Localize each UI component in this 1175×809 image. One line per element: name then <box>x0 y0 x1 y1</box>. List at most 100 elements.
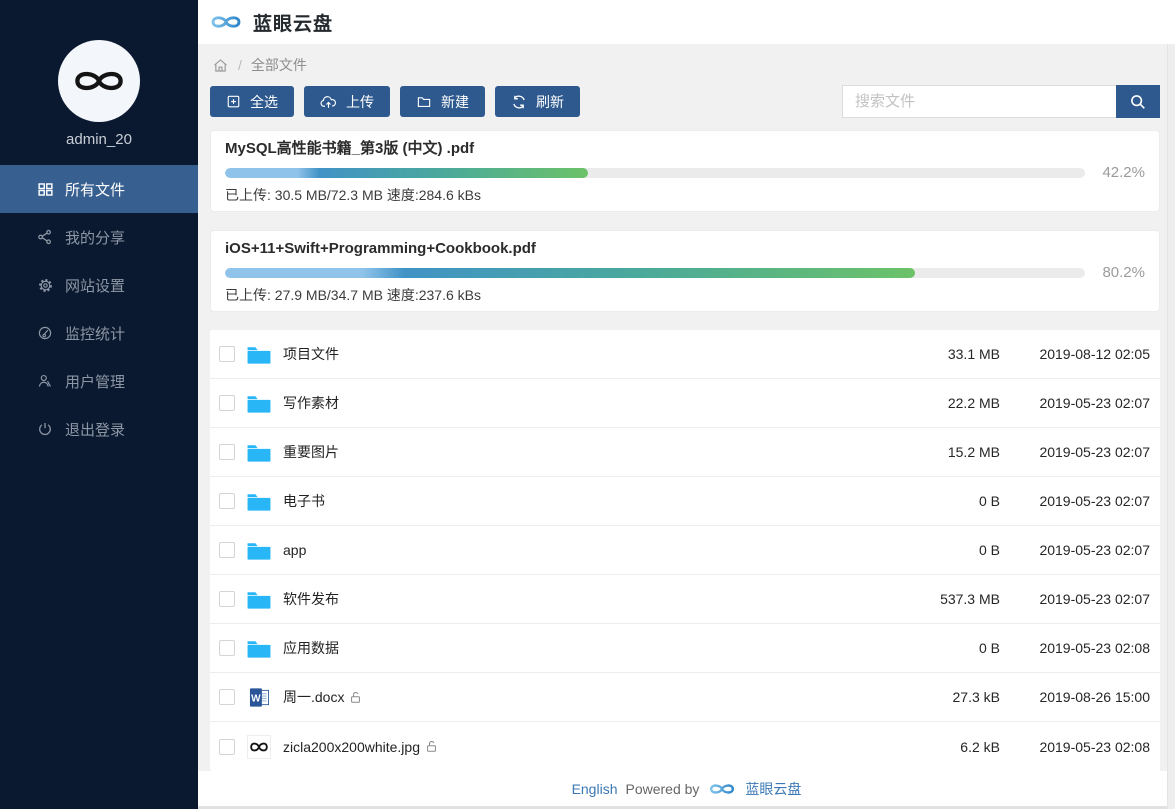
unlock-icon <box>426 740 437 753</box>
plus-square-icon <box>226 94 241 109</box>
gauge-icon <box>36 324 54 342</box>
home-icon[interactable] <box>212 57 229 74</box>
content: / 全部文件 全选 上传 新建 刷新 搜索文件 MySQL高性能书籍_第3版 (… <box>198 44 1175 771</box>
select-all-button[interactable]: 全选 <box>210 86 294 117</box>
progress-percent: 80.2% <box>1102 264 1145 281</box>
file-name[interactable]: zicla200x200white.jpg <box>283 739 437 755</box>
table-row[interactable]: 应用数据 0 B 2019-05-23 02:08 <box>210 624 1160 673</box>
file-name[interactable]: 应用数据 <box>283 638 339 658</box>
search-icon <box>1129 93 1147 111</box>
file-name[interactable]: app <box>283 542 306 558</box>
row-checkbox[interactable] <box>219 542 235 558</box>
table-row[interactable]: 重要图片 15.2 MB 2019-05-23 02:07 <box>210 428 1160 477</box>
sidebar-item-my-shares[interactable]: 我的分享 <box>0 213 198 261</box>
gear-icon <box>36 276 54 294</box>
main-area: 蓝眼云盘 / 全部文件 全选 上传 新建 刷新 搜索文件 MySQL高性能书籍_… <box>198 0 1175 809</box>
sidebar-item-label: 我的分享 <box>65 229 126 247</box>
upload-button[interactable]: 上传 <box>304 86 390 117</box>
file-size: 0 B <box>978 640 1000 656</box>
progress-fill <box>225 167 588 178</box>
folder-icon <box>246 589 272 610</box>
breadcrumb: / 全部文件 <box>210 53 1160 77</box>
sidebar-item-user-management[interactable]: 用户管理 <box>0 357 198 405</box>
brand-link[interactable]: 蓝眼云盘 <box>745 779 801 799</box>
new-folder-button[interactable]: 新建 <box>400 86 485 117</box>
svg-text:W: W <box>251 693 261 704</box>
progress-track <box>225 267 1085 278</box>
folder-icon <box>246 393 272 414</box>
sidebar-item-logout[interactable]: 退出登录 <box>0 405 198 453</box>
file-size: 33.1 MB <box>947 346 1000 362</box>
folder-icon <box>246 540 272 561</box>
cloud-upload-icon <box>320 94 337 110</box>
page-title: 蓝眼云盘 <box>253 13 334 35</box>
sidebar: admin_20 所有文件 我的分享 网站设置 监控统计 用户管理 退出登录 <box>0 0 198 809</box>
file-date: 2019-05-23 02:08 <box>1039 738 1150 755</box>
upload-card: iOS+11+Swift+Programming+Cookbook.pdf 80… <box>210 230 1160 312</box>
table-row[interactable]: 项目文件 33.1 MB 2019-08-12 02:05 <box>210 330 1160 379</box>
user-icon <box>36 372 54 390</box>
grid-icon <box>36 180 54 198</box>
scrollbar[interactable] <box>1167 44 1175 809</box>
refresh-button[interactable]: 刷新 <box>495 86 580 117</box>
file-date: 2019-08-12 02:05 <box>1039 346 1150 362</box>
breadcrumb-current: 全部文件 <box>250 57 307 73</box>
file-name[interactable]: 项目文件 <box>283 344 339 364</box>
table-row[interactable]: zicla200x200white.jpg 6.2 kB 2019-05-23 … <box>210 722 1160 771</box>
footer: English Powered by 蓝眼云盘 <box>198 771 1175 809</box>
image-thumb-icon <box>246 734 272 759</box>
search-button[interactable] <box>1116 85 1160 118</box>
file-size: 537.3 MB <box>940 591 1000 607</box>
language-link[interactable]: English <box>572 781 618 797</box>
row-checkbox[interactable] <box>219 640 235 656</box>
sidebar-item-label: 网站设置 <box>65 277 126 295</box>
sidebar-item-site-settings[interactable]: 网站设置 <box>0 261 198 309</box>
username: admin_20 <box>66 131 132 148</box>
file-date: 2019-05-23 02:07 <box>1039 444 1150 460</box>
sidebar-item-monitor-stats[interactable]: 监控统计 <box>0 309 198 357</box>
sidebar-item-all-files[interactable]: 所有文件 <box>0 165 198 213</box>
file-size: 15.2 MB <box>947 444 1000 460</box>
file-name[interactable]: 重要图片 <box>283 442 339 462</box>
upload-status: 已上传: 30.5 MB/72.3 MB 速度:284.6 kBs <box>225 187 481 203</box>
progress-percent: 42.2% <box>1102 164 1145 181</box>
file-size: 22.2 MB <box>947 395 1000 411</box>
table-row[interactable]: 软件发布 537.3 MB 2019-05-23 02:07 <box>210 575 1160 624</box>
word-doc-icon: W <box>246 687 272 708</box>
file-name[interactable]: 软件发布 <box>283 589 339 609</box>
upload-filename: iOS+11+Swift+Programming+Cookbook.pdf <box>225 240 536 257</box>
table-row[interactable]: 电子书 0 B 2019-05-23 02:07 <box>210 477 1160 526</box>
sidebar-item-label: 用户管理 <box>65 373 126 391</box>
sidebar-item-label: 监控统计 <box>65 325 126 343</box>
table-row[interactable]: W 周一.docx 27.3 kB 2019-08-26 15:00 <box>210 673 1160 722</box>
sidebar-menu: 所有文件 我的分享 网站设置 监控统计 用户管理 退出登录 <box>0 165 198 453</box>
file-date: 2019-05-23 02:07 <box>1039 542 1150 558</box>
file-name[interactable]: 电子书 <box>283 491 325 511</box>
sidebar-item-label: 所有文件 <box>65 181 126 199</box>
row-checkbox[interactable] <box>219 689 235 705</box>
sidebar-item-label: 退出登录 <box>65 421 126 439</box>
row-checkbox[interactable] <box>219 493 235 509</box>
file-list: 项目文件 33.1 MB 2019-08-12 02:05 写作素材 22.2 … <box>210 330 1160 771</box>
upload-filename: MySQL高性能书籍_第3版 (中文) .pdf <box>225 140 475 157</box>
refresh-icon <box>511 94 527 110</box>
row-checkbox[interactable] <box>219 395 235 411</box>
folder-icon <box>246 491 272 512</box>
row-checkbox[interactable] <box>219 591 235 607</box>
upload-card: MySQL高性能书籍_第3版 (中文) .pdf 42.2% 已上传: 30.5… <box>210 130 1160 212</box>
folder-icon <box>246 344 272 365</box>
row-checkbox[interactable] <box>219 346 235 362</box>
progress-fill <box>225 267 915 278</box>
file-name[interactable]: 写作素材 <box>283 393 339 413</box>
table-row[interactable]: 写作素材 22.2 MB 2019-05-23 02:07 <box>210 379 1160 428</box>
folder-icon <box>246 442 272 463</box>
file-date: 2019-05-23 02:07 <box>1039 591 1150 607</box>
table-row[interactable]: app 0 B 2019-05-23 02:07 <box>210 526 1160 575</box>
toolbar: 全选 上传 新建 刷新 搜索文件 <box>210 85 1160 118</box>
brand-logo-icon <box>707 779 737 799</box>
search-input[interactable] <box>842 85 1116 118</box>
file-name[interactable]: 周一.docx <box>283 687 361 707</box>
search-group <box>842 85 1160 118</box>
row-checkbox[interactable] <box>219 738 235 755</box>
row-checkbox[interactable] <box>219 444 235 460</box>
